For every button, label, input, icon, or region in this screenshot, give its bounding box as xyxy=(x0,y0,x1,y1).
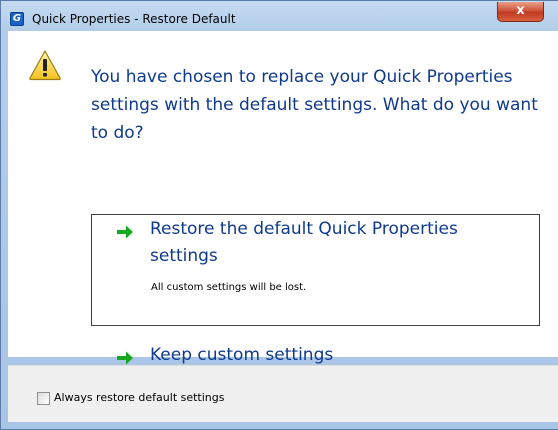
restore-default-note: All custom settings will be lost. xyxy=(151,282,307,293)
always-restore-checkbox[interactable] xyxy=(37,392,50,405)
window-title: Quick Properties - Restore Default xyxy=(32,12,236,26)
warning-icon xyxy=(29,50,61,81)
app-icon: G xyxy=(10,12,24,26)
dialog-content: You have chosen to replace your Quick Pr… xyxy=(8,31,558,365)
close-button[interactable]: x xyxy=(497,2,544,22)
green-arrow-icon xyxy=(117,225,133,239)
main-instruction: You have chosen to replace your Quick Pr… xyxy=(91,67,538,143)
always-restore-label[interactable]: Always restore default settings xyxy=(54,391,225,404)
restore-default-option[interactable]: Restore the default Quick Properties set… xyxy=(91,214,540,326)
dialog-footer: Always restore default settings xyxy=(8,365,558,422)
green-arrow-icon xyxy=(117,351,133,365)
title-bar[interactable]: G Quick Properties - Restore Default x xyxy=(1,1,558,32)
restore-default-label: Restore the default Quick Properties set… xyxy=(150,219,458,266)
